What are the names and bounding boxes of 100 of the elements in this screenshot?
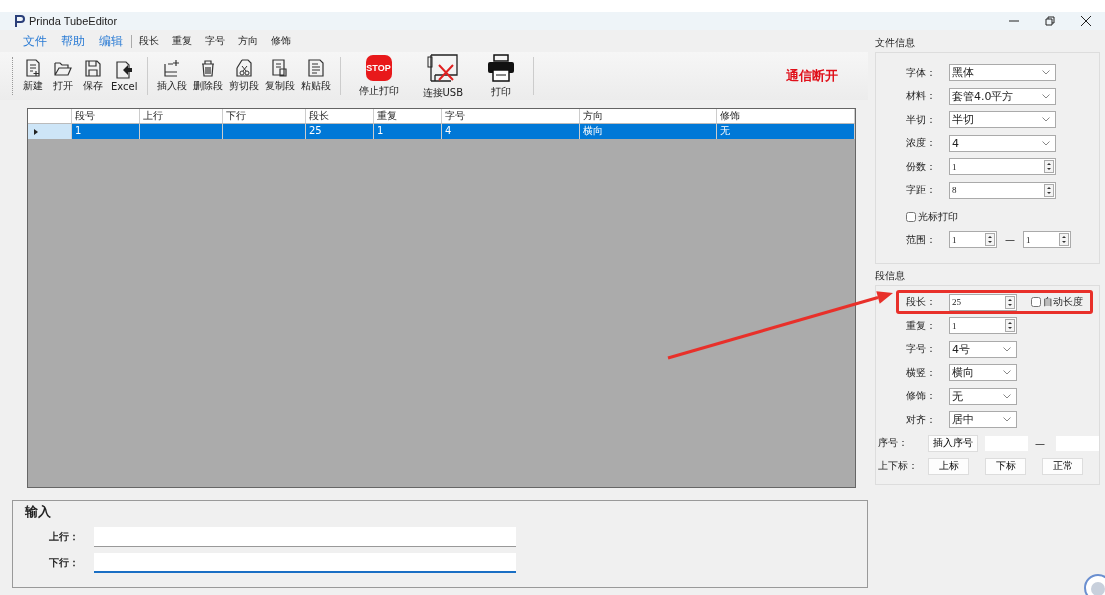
connection-status: 通信断开 [786,67,839,85]
dropdown[interactable]: 套管4.0平方 [949,87,1056,105]
table-cell: 4 [442,124,580,139]
spinner-icon [1005,319,1015,333]
column-header[interactable]: 段长 [306,109,374,123]
table-cell: 1 [72,124,140,139]
checkbox[interactable] [1031,297,1041,307]
chevron-down-icon [1042,70,1050,76]
table-cell: 1 [374,124,442,139]
number-field[interactable]: 8 [949,181,1056,199]
text-field[interactable] [94,553,516,573]
push-button[interactable]: 下标 [985,457,1026,475]
dropdown[interactable]: 无 [949,387,1017,405]
field-label: 字体： [906,65,937,80]
chevron-down-icon [1042,117,1050,123]
chevron-down-icon [1003,417,1011,423]
menu-item[interactable]: 段长 [139,34,159,48]
toolbar-button[interactable]: 新建 [18,59,48,93]
table-cell: 无 [717,124,855,139]
toolbar-button[interactable]: 连接USB [410,52,476,100]
toolbar-button[interactable]: 删除段 [189,59,226,93]
field-label: 浓度： [906,136,937,151]
column-header[interactable]: 下行 [223,109,306,123]
menu-item[interactable]: 修饰 [271,34,291,48]
spinner-icon [985,233,995,247]
dropdown[interactable]: 4号 [949,340,1017,358]
export-icon [115,60,134,79]
spinner-icon [1059,233,1069,247]
restore-icon[interactable] [1045,16,1055,26]
push-button[interactable]: 上标 [928,457,969,475]
field-label: 上下标： [878,459,919,473]
menu-item[interactable]: 重复 [172,34,192,48]
printer-icon [487,53,516,82]
toolbar-button[interactable]: Excel [108,60,141,92]
column-header[interactable]: 重复 [374,109,442,123]
column-header[interactable]: 上行 [140,109,223,123]
dropdown[interactable]: 半切 [949,111,1056,129]
field-label: 上行： [48,530,80,544]
dropdown[interactable]: 居中 [949,411,1017,429]
text-field[interactable] [1056,435,1099,451]
dropdown[interactable]: 横向 [949,364,1017,382]
paste-icon [307,59,324,77]
menu-item[interactable]: 编辑 [99,32,123,50]
new-document-icon [25,59,41,77]
toolbar-button[interactable]: 打开 [48,59,78,93]
field-label: 半切： [906,112,937,127]
checkbox-label: 自动长度 [1043,295,1083,309]
insert-serial-button[interactable]: 插入序号 [928,434,978,452]
toolbar-button[interactable]: 打印 [475,53,528,99]
row-pointer-icon [34,128,38,135]
chevron-down-icon [1003,370,1011,376]
group-title: 段信息 [875,269,906,283]
toolbar-button[interactable]: 粘贴段 [297,59,334,93]
table-cell: 横向 [580,124,717,139]
field-label: 字号： [906,342,937,357]
app-logo-icon [14,14,26,28]
dropdown[interactable]: 4 [949,134,1056,152]
assistant-icon[interactable] [1083,573,1105,595]
menu-item[interactable]: 方向 [238,34,258,48]
folder-icon [54,59,72,77]
toolbar-button[interactable]: 剪切段 [225,59,262,93]
column-header[interactable]: 段号 [72,109,140,123]
number-field[interactable]: 1 [949,231,997,249]
push-button[interactable]: 正常 [1042,457,1083,475]
number-field[interactable]: 1 [949,158,1056,176]
toolbar-button[interactable]: 保存 [78,59,108,93]
number-field[interactable]: 1 [949,317,1017,335]
number-field[interactable]: 25 [949,293,1017,311]
toolbar-button[interactable]: 复制段 [261,59,298,93]
column-header[interactable]: 修饰 [717,109,855,123]
spinner-icon [1044,183,1054,197]
chevron-down-icon [1042,140,1050,146]
menu-item[interactable]: 文件 [23,32,47,50]
menu-item[interactable]: 字号 [205,34,225,48]
panel-title: 输入 [25,503,52,521]
field-label: 重复： [906,318,937,333]
monitor-disconnected-icon [426,52,459,83]
toolbar-button[interactable]: 插入段 [153,59,190,93]
dropdown[interactable]: 黑体 [949,64,1056,82]
window-title: Prinda TubeEditor [29,15,118,27]
group-title: 文件信息 [875,36,916,50]
field-label: 对齐： [906,412,937,427]
table-row[interactable]: 1 25 1 4 横向 无 [28,124,855,139]
menu-item[interactable]: 帮助 [61,32,85,50]
text-field[interactable] [94,527,516,547]
field-label: 份数： [906,159,937,174]
checkbox[interactable] [906,212,916,222]
column-header[interactable]: 方向 [580,109,717,123]
stop-sign-icon: STOP [365,54,392,81]
stop-print-button[interactable]: STOP 停止打印 [346,54,411,98]
column-header[interactable]: 字号 [442,109,580,123]
spinner-icon [1044,160,1054,174]
checkbox-label: 光标打印 [918,210,958,224]
field-label: 序号： [878,436,909,450]
number-field[interactable]: 1 [1023,231,1071,249]
close-icon[interactable] [1081,16,1091,26]
spinner-icon [1005,295,1015,309]
chevron-down-icon [1003,346,1011,352]
chevron-down-icon [1042,93,1050,99]
copy-icon [271,59,288,77]
